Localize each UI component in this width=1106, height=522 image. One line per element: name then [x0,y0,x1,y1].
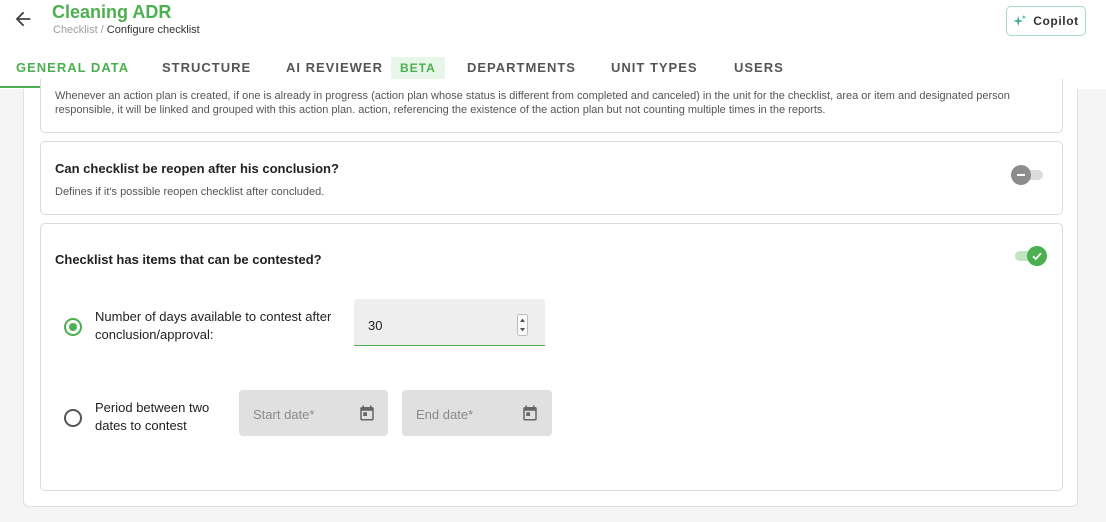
period-option-label: Period between two dates to contest [95,400,210,433]
copilot-button[interactable]: Copilot [1006,6,1086,36]
breadcrumb-separator: / [97,24,107,36]
page-title: Cleaning ADR [52,2,172,22]
tab-users[interactable]: USERS [734,58,784,76]
general-data-panel: Whenever an action plan is created, if o… [23,79,1078,507]
breadcrumb: Checklist / Configure checklist [53,24,200,36]
tab-label: UNIT TYPES [611,59,698,75]
days-option-label: Number of days available to contest afte… [95,309,332,342]
app-header: Cleaning ADR Checklist / Configure check… [0,0,1106,89]
action-plan-card: Whenever an action plan is created, if o… [40,79,1063,133]
arrow-left-icon [15,11,31,27]
end-date-field[interactable]: End date* [402,390,552,436]
check-icon [1032,252,1042,261]
toggle-knob [1011,165,1031,185]
tab-unit-types[interactable]: UNIT TYPES [611,58,698,76]
start-date-field[interactable]: Start date* [239,390,388,436]
contest-toggle[interactable] [1013,245,1047,267]
toggle-knob [1027,246,1047,266]
breadcrumb-current: Configure checklist [106,24,200,36]
contest-days-input[interactable]: 30 [354,299,545,346]
tab-label: STRUCTURE [162,59,252,75]
tab-structure[interactable]: STRUCTURE [162,58,251,76]
calendar-icon[interactable] [358,404,376,422]
start-date-placeholder: Start date* [253,407,315,422]
tab-ai-reviewer[interactable]: AI REVIEWER BETA [286,55,445,80]
reopen-description: Defines if it's possible reopen checklis… [55,186,325,198]
tab-label: USERS [734,59,784,75]
sparkle-icon [1013,14,1027,27]
tab-label: AI REVIEWER [286,60,383,75]
tab-departments[interactable]: DEPARTMENTS [467,58,576,76]
reopen-card: Can checklist be reopen after his conclu… [40,141,1063,215]
days-option-radio[interactable] [64,318,82,336]
contest-card: Checklist has items that can be conteste… [40,223,1063,491]
back-button[interactable] [12,8,34,30]
reopen-toggle[interactable] [1011,164,1045,186]
tab-general-data[interactable]: GENERAL DATA [16,58,129,76]
calendar-icon[interactable] [521,404,539,422]
tab-label: GENERAL DATA [16,59,130,75]
tab-label: DEPARTMENTS [467,59,576,75]
beta-badge: BETA [390,56,445,79]
end-date-placeholder: End date* [416,407,474,422]
number-spinner[interactable] [517,314,528,336]
reopen-title: Can checklist be reopen after his conclu… [55,161,339,176]
copilot-label: Copilot [1033,14,1079,28]
contest-title: Checklist has items that can be conteste… [55,252,322,267]
period-option-radio[interactable] [64,409,82,427]
minus-icon [1017,174,1025,176]
action-plan-description: Whenever an action plan is created, if o… [55,90,1010,116]
breadcrumb-parent[interactable]: Checklist [53,24,98,36]
contest-days-value: 30 [368,318,383,333]
